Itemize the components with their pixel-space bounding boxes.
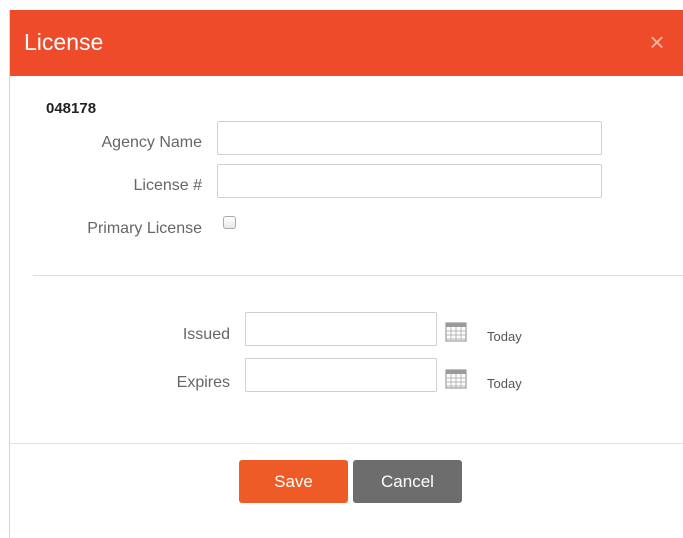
save-button[interactable]: Save <box>239 460 348 503</box>
primary-license-label: Primary License <box>87 220 202 237</box>
agency-name-input[interactable] <box>217 121 602 155</box>
issued-label: Issued <box>182 326 230 343</box>
footer-divider <box>10 443 683 444</box>
license-code: 048178 <box>46 100 97 117</box>
agency-name-label: Agency Name <box>101 134 203 151</box>
license-dialog: License × 048178 Agency Name License # P… <box>9 10 683 538</box>
cancel-button[interactable]: Cancel <box>353 460 462 503</box>
calendar-icon[interactable] <box>445 322 467 342</box>
issued-date-input[interactable] <box>245 312 437 346</box>
calendar-icon[interactable] <box>445 369 467 389</box>
dialog-title: License <box>24 29 104 55</box>
license-number-input[interactable] <box>217 164 602 198</box>
expires-date-input[interactable] <box>245 358 437 392</box>
expires-label: Expires <box>176 374 230 391</box>
expires-today-link[interactable]: Today <box>487 376 522 391</box>
issued-today-link[interactable]: Today <box>487 329 522 344</box>
license-number-label: License # <box>133 177 203 194</box>
primary-license-checkbox[interactable] <box>223 216 236 229</box>
dialog-header: License × <box>10 10 683 76</box>
close-icon[interactable]: × <box>645 29 669 55</box>
section-divider <box>33 275 683 276</box>
